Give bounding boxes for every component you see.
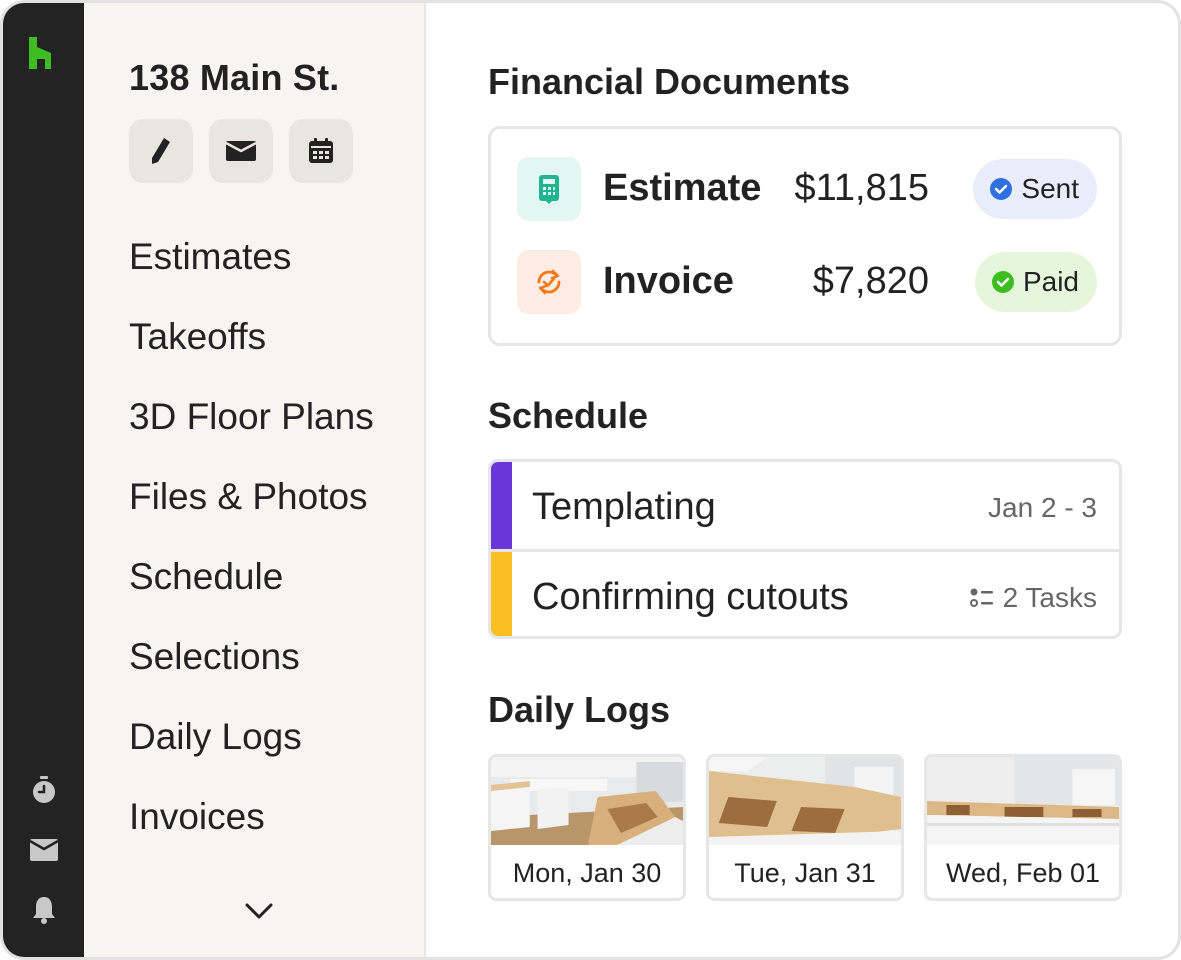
- schedule-item-confirming-cutouts[interactable]: Confirming cutouts 2 Tasks: [491, 552, 1119, 636]
- calculator-icon: [517, 157, 581, 221]
- document-row-estimate[interactable]: Estimate $11,815 Sent: [517, 157, 1097, 221]
- schedule-color-bar: [491, 462, 512, 549]
- app-window: 138 Main St. Estimates Takeoffs 3D Floor…: [0, 0, 1181, 960]
- nav-item-files-photos[interactable]: Files & Photos: [129, 476, 368, 518]
- nav-item-schedule[interactable]: Schedule: [129, 556, 283, 598]
- calendar-button[interactable]: [289, 119, 353, 183]
- calendar-icon: [309, 138, 333, 163]
- inbox-icon[interactable]: [29, 835, 59, 865]
- main-content: Financial Documents Estimate $11,815 Sen…: [427, 3, 1178, 957]
- nav-item-selections[interactable]: Selections: [129, 636, 300, 678]
- document-amount: $11,815: [794, 167, 929, 209]
- schedule-title: Schedule: [488, 395, 649, 436]
- check-circle-icon: [990, 178, 1013, 200]
- daily-logs-title: Daily Logs: [488, 689, 671, 730]
- document-amount: $7,820: [812, 260, 929, 302]
- chevron-down-icon[interactable]: [244, 899, 274, 923]
- edit-icon: [152, 138, 170, 164]
- app-rail: [3, 3, 84, 957]
- document-name: Invoice: [603, 260, 734, 302]
- timer-icon[interactable]: [29, 775, 59, 805]
- nav-item-estimates[interactable]: Estimates: [129, 236, 291, 278]
- logo-icon[interactable]: [27, 35, 61, 71]
- daily-log-date: Mon, Jan 30: [512, 857, 662, 888]
- schedule-color-bar: [491, 552, 512, 636]
- daily-log-card[interactable]: Mon, Jan 30: [488, 754, 686, 901]
- status-badge-sent: Sent: [973, 159, 1097, 219]
- bell-icon[interactable]: [29, 895, 59, 925]
- nav-item-takeoffs[interactable]: Takeoffs: [129, 316, 266, 358]
- message-icon: [225, 141, 257, 161]
- daily-log-date: Tue, Jan 31: [734, 857, 876, 888]
- nav-item-invoices[interactable]: Invoices: [129, 796, 265, 838]
- sync-check-icon: [517, 250, 581, 314]
- schedule-item-label: Templating: [532, 486, 716, 528]
- schedule-date-range: Jan 2 - 3: [988, 492, 1097, 523]
- daily-log-card[interactable]: Tue, Jan 31: [706, 754, 904, 901]
- status-badge-paid: Paid: [974, 252, 1097, 312]
- schedule-item-tasks: 2 Tasks: [969, 582, 1097, 614]
- document-name: Estimate: [603, 167, 762, 209]
- financial-documents-title: Financial Documents: [488, 61, 851, 102]
- daily-log-date: Wed, Feb 01: [945, 857, 1101, 888]
- status-label: Paid: [1022, 266, 1079, 297]
- status-label: Sent: [1021, 173, 1079, 204]
- message-button[interactable]: [209, 119, 273, 183]
- document-row-invoice[interactable]: Invoice $7,820 Paid: [517, 250, 1097, 314]
- project-sidebar: 138 Main St. Estimates Takeoffs 3D Floor…: [84, 3, 426, 957]
- schedule-item-dates: Jan 2 - 3: [988, 492, 1097, 524]
- financial-documents-card: Estimate $11,815 Sent Invoice $7,820 Pai…: [488, 126, 1122, 346]
- nav-item-3d-floor-plans[interactable]: 3D Floor Plans: [129, 396, 374, 438]
- daily-log-photo: [491, 757, 683, 845]
- schedule-item-label: Confirming cutouts: [532, 576, 849, 618]
- check-circle-icon: [991, 271, 1014, 293]
- daily-log-photo: [709, 757, 901, 845]
- daily-log-photo: [927, 757, 1119, 845]
- nav-item-daily-logs[interactable]: Daily Logs: [129, 716, 302, 758]
- schedule-task-count: 2 Tasks: [1002, 582, 1097, 613]
- schedule-card: Templating Jan 2 - 3 Confirming cutouts …: [488, 459, 1122, 639]
- project-title: 138 Main St.: [129, 57, 340, 98]
- schedule-item-templating[interactable]: Templating Jan 2 - 3: [491, 462, 1119, 549]
- task-list-icon: [969, 588, 993, 607]
- daily-log-card[interactable]: Wed, Feb 01: [924, 754, 1122, 901]
- edit-button[interactable]: [129, 119, 193, 183]
